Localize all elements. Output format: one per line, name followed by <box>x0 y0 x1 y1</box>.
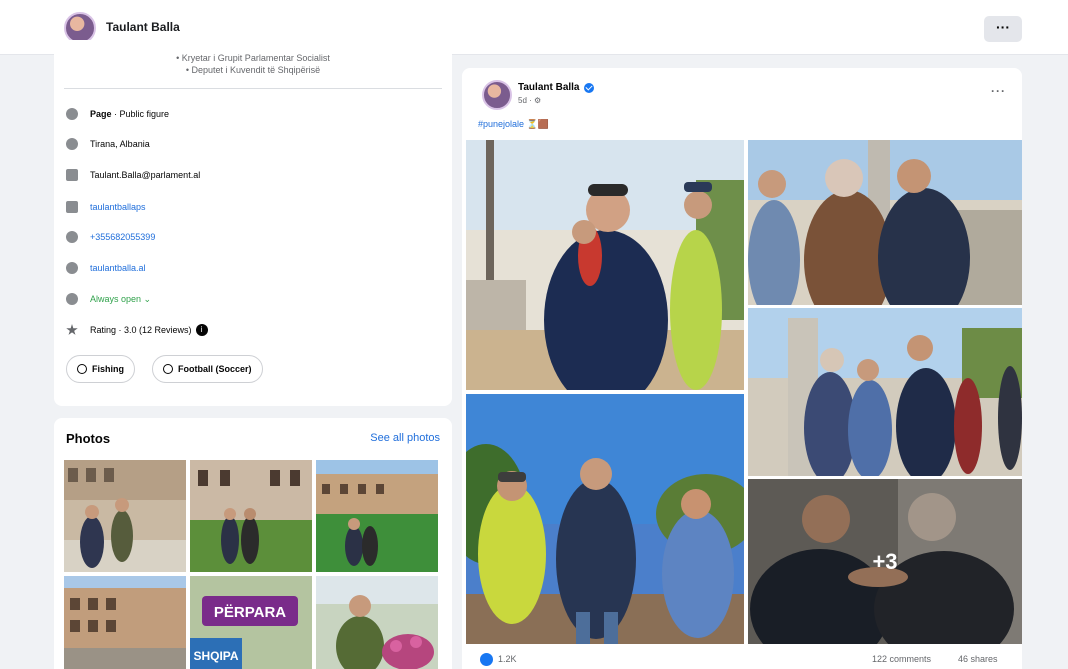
profile-name[interactable]: Taulant Balla <box>106 20 180 34</box>
photo-thumbnail[interactable] <box>64 460 186 572</box>
photos-card: Photos See all photos PËRPARA SHQIPA <box>54 418 452 669</box>
detail-whatsapp[interactable]: +355682055399 <box>66 229 155 245</box>
detail-text[interactable]: Taulant.Balla@parlament.al <box>90 170 200 180</box>
photo-thumbnail[interactable] <box>316 460 438 572</box>
post-stats-bar: 1.2K 122 comments 46 shares <box>462 646 1022 669</box>
photo-thumbnail[interactable] <box>64 576 186 669</box>
reaction-count[interactable]: 1.2K <box>498 654 517 664</box>
detail-link[interactable]: +355682055399 <box>90 232 155 242</box>
fishing-icon <box>77 364 87 374</box>
interest-chip-football[interactable]: Football (Soccer) <box>152 355 263 383</box>
detail-link[interactable]: taulantballaps <box>90 202 146 212</box>
post-more-button[interactable]: ··· <box>991 84 1006 98</box>
detail-page-category: Page · Public figure <box>66 106 169 122</box>
bio-text: • Kryetar i Grupit Parlamentar Socialist… <box>54 52 452 76</box>
football-icon <box>163 364 173 374</box>
like-reaction-icon <box>480 653 493 666</box>
post-caption: #punejolale ⏳🟫 <box>478 119 549 130</box>
star-icon <box>66 324 78 335</box>
chip-label: Fishing <box>92 364 124 374</box>
more-options-button[interactable]: ··· <box>984 16 1022 42</box>
detail-text[interactable]: Always open ⌄ <box>90 294 151 305</box>
post-photo-3[interactable] <box>748 308 1022 476</box>
more-photos-overlay[interactable]: +3 <box>748 479 1022 644</box>
detail-text: Rating · 3.0 (12 Reviews) <box>90 325 192 335</box>
clock-icon <box>66 293 78 305</box>
post-photo-5[interactable]: +3 <box>748 479 1022 644</box>
caption-emoji: ⏳🟫 <box>526 119 549 129</box>
bio-line-2: • Deputet i Kuvendit të Shqipërisë <box>185 65 321 75</box>
see-all-photos-link[interactable]: See all photos <box>370 432 440 444</box>
detail-hours[interactable]: Always open ⌄ <box>66 291 151 307</box>
bio-line-1: • Kryetar i Grupit Parlamentar Socialist <box>176 53 330 63</box>
interest-chip-fishing[interactable]: Fishing <box>66 355 135 383</box>
location-icon <box>66 138 78 150</box>
post-author[interactable]: Taulant Balla <box>518 82 594 93</box>
photo-banner-text: PËRPARA <box>214 604 286 621</box>
email-icon <box>66 169 78 181</box>
hashtag-link[interactable]: #punejolale <box>478 119 524 129</box>
post-photo-4[interactable] <box>466 394 744 644</box>
whatsapp-icon <box>66 231 78 243</box>
photos-heading: Photos <box>66 431 111 446</box>
post-timestamp[interactable]: 5d · ⚙ <box>518 96 541 105</box>
detail-text: Tirana, Albania <box>90 139 150 149</box>
detail-email[interactable]: Taulant.Balla@parlament.al <box>66 167 200 183</box>
detail-instagram[interactable]: taulantballaps <box>66 199 146 215</box>
info-icon <box>66 108 78 120</box>
detail-text: · Public figure <box>111 109 170 119</box>
photo-thumbnail[interactable] <box>316 576 438 669</box>
detail-website[interactable]: taulantballa.al <box>66 260 146 276</box>
photo-sign-text: SHQIPA <box>193 649 238 663</box>
rating-info-icon[interactable]: i <box>195 324 208 336</box>
post-card: Taulant Balla 5d · ⚙ ··· #punejolale ⏳🟫 <box>462 68 1022 669</box>
comment-count[interactable]: 122 comments <box>872 654 931 664</box>
post-author-name[interactable]: Taulant Balla <box>518 82 580 93</box>
detail-prefix: Page <box>90 109 112 119</box>
post-photo-1[interactable] <box>466 140 744 390</box>
photo-thumbnail[interactable]: PËRPARA SHQIPA <box>190 576 312 669</box>
instagram-icon <box>66 201 78 213</box>
chip-label: Football (Soccer) <box>178 364 252 374</box>
photo-thumbnail[interactable] <box>190 460 312 572</box>
detail-rating: Rating · 3.0 (12 Reviews) i <box>66 322 208 338</box>
post-author-avatar[interactable] <box>482 80 512 110</box>
divider <box>64 88 442 89</box>
verified-badge-icon <box>583 82 594 93</box>
detail-link[interactable]: taulantballa.al <box>90 263 146 273</box>
intro-card: • Kryetar i Grupit Parlamentar Socialist… <box>54 40 452 406</box>
detail-location: Tirana, Albania <box>66 136 150 152</box>
post-photo-2[interactable] <box>748 140 1022 305</box>
website-icon <box>66 262 78 274</box>
share-count[interactable]: 46 shares <box>958 654 998 664</box>
